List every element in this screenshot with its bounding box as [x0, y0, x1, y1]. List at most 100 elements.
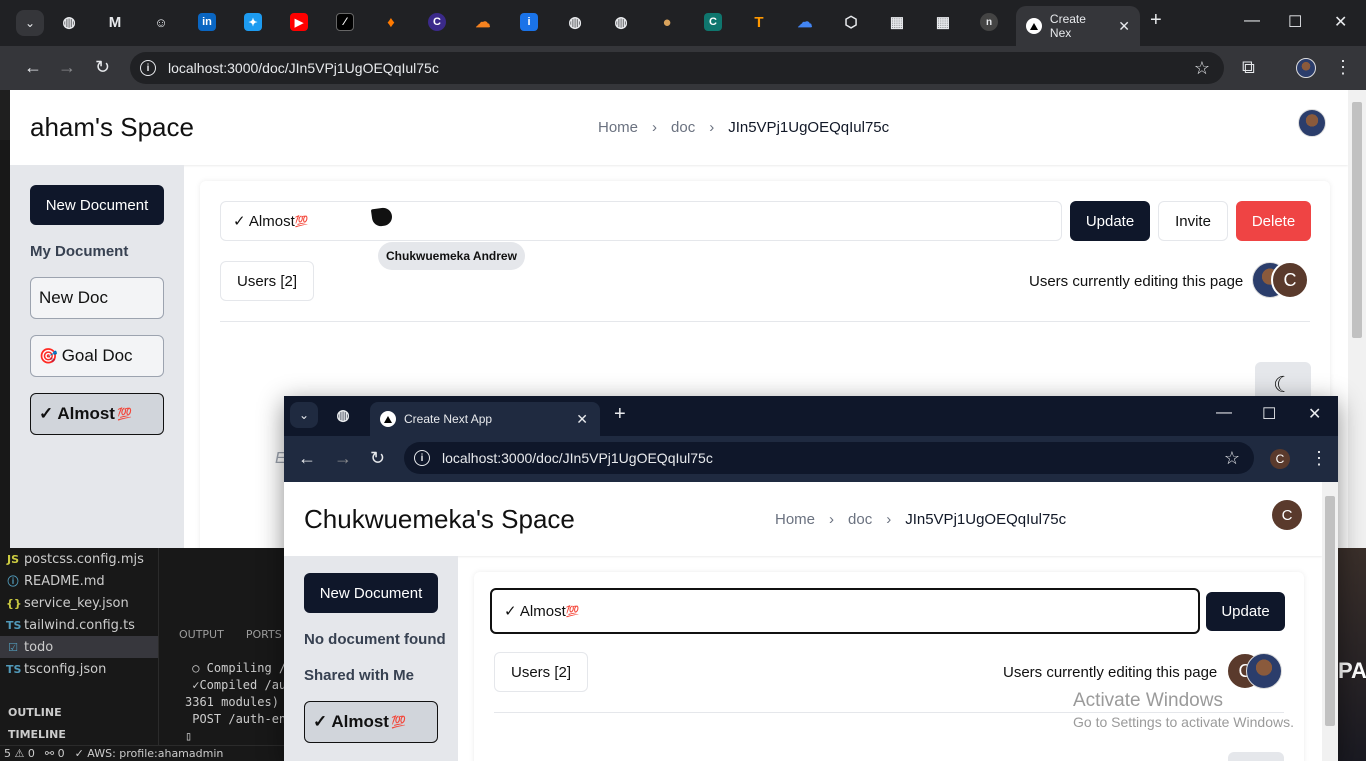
- breadcrumb-home[interactable]: Home: [598, 119, 638, 136]
- minimize-icon[interactable]: —: [1244, 12, 1260, 30]
- info-file-icon: ⓘ: [7, 575, 19, 588]
- sidebar-doc-new-doc[interactable]: New Doc: [30, 277, 164, 319]
- new-document-button[interactable]: New Document: [30, 185, 164, 225]
- sidebar-doc-almost[interactable]: ✓ Almost 💯: [30, 393, 164, 435]
- user-avatar[interactable]: C: [1272, 500, 1302, 530]
- app-header: aham's Space Home › doc › JIn5VPj1UgOEQq…: [10, 90, 1348, 165]
- tab-ports[interactable]: PORTS: [246, 628, 282, 641]
- explorer-file[interactable]: ⓘ README.md: [6, 570, 105, 592]
- menu-kebab-icon[interactable]: ⋮: [1334, 57, 1352, 78]
- timeline-section[interactable]: TIMELINE: [8, 728, 66, 741]
- ts-file-icon: TS: [6, 618, 22, 632]
- ports-status[interactable]: ⚯ 0: [45, 747, 65, 760]
- globe-icon[interactable]: ◍: [60, 13, 78, 31]
- site-info-icon[interactable]: i: [414, 450, 430, 466]
- sidebar-doc-goal-doc[interactable]: 🎯 Goal Doc: [30, 335, 164, 377]
- close-window-icon[interactable]: ✕: [1334, 12, 1347, 32]
- grid-icon[interactable]: ▦: [888, 13, 906, 31]
- explorer-file[interactable]: TS tsconfig.json: [6, 658, 106, 680]
- explorer-file[interactable]: {} service_key.json: [6, 592, 129, 614]
- google-cloud-icon[interactable]: ☁: [796, 13, 814, 31]
- info-tab-icon[interactable]: i: [520, 13, 538, 31]
- page-scrollbar[interactable]: [1348, 90, 1366, 548]
- linkedin-icon[interactable]: in: [198, 13, 216, 31]
- tab-output[interactable]: OUTPUT: [179, 628, 224, 641]
- breadcrumb-doc[interactable]: doc: [848, 511, 872, 528]
- extensions-icon[interactable]: ⧉: [1242, 57, 1255, 78]
- slash-icon[interactable]: ⁄: [336, 13, 354, 31]
- maximize-icon[interactable]: ☐: [1288, 12, 1302, 32]
- cloud-icon[interactable]: ☁: [474, 13, 492, 31]
- breadcrumb-separator: ›: [652, 119, 658, 136]
- second-toolbar: ← → ↻ i localhost:3000/doc/JIn5VPj1UgOEQ…: [284, 436, 1338, 482]
- forward-icon[interactable]: →: [58, 57, 76, 78]
- back-icon[interactable]: ←: [24, 57, 42, 78]
- bluesky-icon[interactable]: ✦: [244, 13, 262, 31]
- cookie-icon[interactable]: ●: [658, 13, 676, 31]
- bookmark-star-icon[interactable]: ☆: [1194, 58, 1210, 79]
- youtube-icon[interactable]: ▶: [290, 13, 308, 31]
- gmail-icon[interactable]: M: [106, 13, 124, 31]
- hundred-emoji-icon: 💯: [116, 407, 132, 421]
- delete-button[interactable]: Delete: [1236, 201, 1311, 241]
- reload-icon[interactable]: ↻: [370, 448, 385, 469]
- scrollbar-thumb[interactable]: [1352, 102, 1362, 338]
- new-tab-button[interactable]: +: [1150, 9, 1162, 32]
- problems-status[interactable]: 5 ⚠ 0: [4, 747, 35, 760]
- globe-icon[interactable]: ◍: [334, 406, 352, 424]
- tab-search-button[interactable]: ⌄: [16, 10, 44, 36]
- chat-icon[interactable]: ☺: [152, 13, 170, 31]
- close-tab-icon[interactable]: ✕: [1118, 18, 1130, 35]
- grid-icon[interactable]: ▦: [934, 13, 952, 31]
- update-button[interactable]: Update: [1070, 201, 1150, 241]
- tab-search-button[interactable]: ⌄: [290, 402, 318, 428]
- document-title-input[interactable]: ✓ Almost 💯: [220, 201, 1062, 241]
- firebase-icon[interactable]: ♦: [382, 13, 400, 31]
- close-tab-icon[interactable]: ✕: [576, 411, 588, 428]
- shared-doc-almost[interactable]: ✓ Almost 💯: [304, 701, 438, 743]
- explorer-file[interactable]: JS postcss.config.mjs: [6, 548, 144, 570]
- maximize-icon[interactable]: ☐: [1262, 404, 1276, 424]
- scrollbar-thumb[interactable]: [1325, 496, 1335, 726]
- breadcrumb-doc[interactable]: doc: [671, 119, 695, 136]
- new-tab-button[interactable]: +: [614, 403, 626, 426]
- n-icon[interactable]: n: [980, 13, 998, 31]
- bookmark-star-icon[interactable]: ☆: [1224, 448, 1240, 469]
- aws-status[interactable]: ✓ AWS: profile:ahamadmin: [75, 747, 224, 760]
- tab-create-next-app[interactable]: Create Nex ✕: [1016, 6, 1140, 46]
- globe-icon[interactable]: ◍: [612, 13, 630, 31]
- terminal-line: ○ Compiling /a: [185, 661, 294, 675]
- cube-icon[interactable]: ⬡: [842, 13, 860, 31]
- c-square-icon[interactable]: C: [704, 13, 722, 31]
- my-document-heading: My Document: [30, 243, 129, 260]
- user-avatar[interactable]: [1298, 109, 1326, 137]
- update-button[interactable]: Update: [1206, 592, 1285, 631]
- address-bar[interactable]: i localhost:3000/doc/JIn5VPj1UgOEQqIul75…: [404, 442, 1254, 474]
- close-window-icon[interactable]: ✕: [1308, 404, 1321, 424]
- tab-create-next-app[interactable]: Create Next App ✕: [370, 402, 600, 436]
- new-document-button[interactable]: New Document: [304, 573, 438, 613]
- tensorflow-icon[interactable]: T: [750, 13, 768, 31]
- breadcrumb-home[interactable]: Home: [775, 511, 815, 528]
- c-circle-icon[interactable]: C: [428, 13, 446, 31]
- file-name: service_key.json: [24, 595, 129, 611]
- minimize-icon[interactable]: —: [1216, 404, 1232, 422]
- dark-mode-toggle[interactable]: [1228, 752, 1284, 761]
- outline-section[interactable]: OUTLINE: [8, 706, 62, 719]
- profile-avatar[interactable]: [1296, 58, 1316, 78]
- reload-icon[interactable]: ↻: [95, 57, 110, 78]
- menu-kebab-icon[interactable]: ⋮: [1310, 448, 1328, 469]
- back-icon[interactable]: ←: [298, 448, 316, 469]
- profile-avatar[interactable]: C: [1270, 449, 1290, 469]
- explorer-file-selected[interactable]: ☑ todo: [0, 636, 158, 658]
- explorer-file[interactable]: TS tailwind.config.ts: [6, 614, 135, 636]
- forward-icon[interactable]: →: [334, 448, 352, 469]
- invite-button[interactable]: Invite: [1158, 201, 1228, 241]
- document-title-input[interactable]: ✓ Almost 💯: [490, 588, 1200, 634]
- users-button[interactable]: Users [2]: [494, 652, 588, 692]
- users-button[interactable]: Users [2]: [220, 261, 314, 301]
- page-scrollbar[interactable]: [1322, 482, 1338, 761]
- globe-icon[interactable]: ◍: [566, 13, 584, 31]
- address-bar[interactable]: i localhost:3000/doc/JIn5VPj1UgOEQqIul75…: [130, 52, 1224, 84]
- site-info-icon[interactable]: i: [140, 60, 156, 76]
